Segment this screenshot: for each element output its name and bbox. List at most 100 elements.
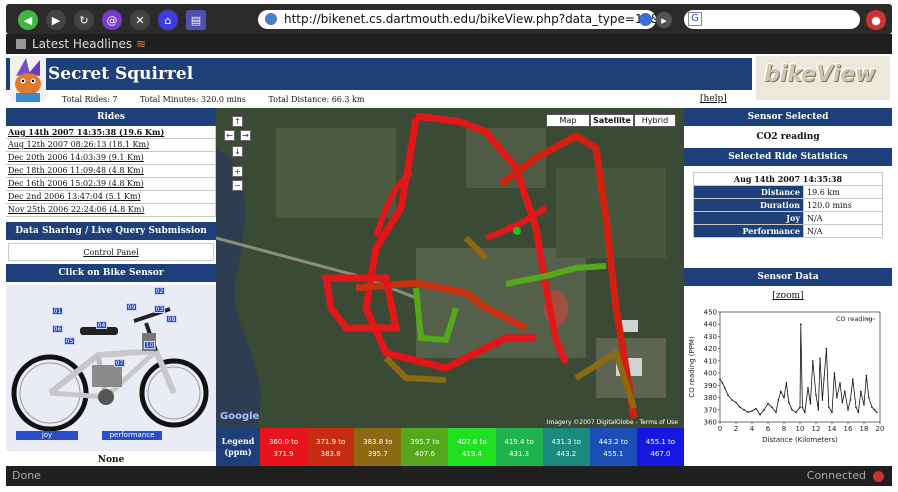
pan-down-icon[interactable]: ↓ — [232, 146, 243, 157]
pan-up-icon[interactable]: ↑ — [232, 116, 243, 127]
joy-button[interactable]: joy — [16, 431, 78, 440]
zoom-link[interactable]: [zoom] — [684, 291, 892, 301]
help-link[interactable]: [help] — [700, 94, 727, 104]
performance-button[interactable]: performance — [102, 431, 162, 440]
url-bar[interactable]: http://bikenet.cs.dartmouth.edu/bikeView… — [258, 10, 656, 29]
start-marker-icon[interactable] — [506, 224, 514, 232]
y-tick-label: 390 — [704, 382, 717, 390]
data-point — [799, 406, 801, 409]
data-point — [800, 323, 802, 326]
data-point — [844, 390, 846, 393]
data-point — [739, 406, 741, 409]
play-icon[interactable]: ▸ — [656, 12, 672, 28]
map-type-hybrid-button[interactable]: Hybrid — [634, 114, 676, 127]
sensor-tag[interactable]: 01 — [52, 307, 63, 315]
y-axis-label: CO reading (PPM) — [688, 336, 696, 398]
ride-item[interactable]: Aug 14th 2007 14:35:38 (19.6 Km) — [6, 126, 216, 139]
data-point — [836, 396, 838, 399]
end-marker-icon[interactable] — [513, 227, 521, 235]
data-point — [825, 347, 828, 350]
y-tick-label: 430 — [704, 333, 717, 341]
sensor-tag[interactable]: 04 — [96, 321, 107, 329]
latest-headlines-link[interactable]: Latest Headlines — [32, 37, 132, 51]
x-tick-label: 18 — [860, 425, 869, 433]
data-point — [785, 382, 788, 384]
total-minutes: Total Minutes: 320.0 mins — [140, 95, 246, 104]
url-text: http://bikenet.cs.dartmouth.edu/bikeView… — [284, 12, 656, 26]
sensor-tag[interactable]: 08 — [166, 315, 177, 323]
data-point — [849, 399, 852, 401]
bookmark-icon[interactable]: ▤ — [186, 10, 206, 30]
sensor-tag[interactable]: 06 — [52, 325, 63, 333]
sensor-tag[interactable]: 02 — [154, 287, 165, 295]
forward-icon[interactable]: ▶ — [46, 10, 66, 30]
control-panel-link[interactable]: Control Panel — [8, 243, 214, 261]
data-point — [817, 408, 820, 411]
zoom-in-icon[interactable]: + — [232, 166, 243, 177]
sensor-tag[interactable]: 07 — [114, 359, 125, 367]
stat-label: Duration — [693, 198, 804, 212]
ride-item[interactable]: Dec 16th 2006 15:02:39 (4.8 Km) — [6, 178, 216, 191]
zoom-out-icon[interactable]: − — [232, 180, 243, 191]
stop-icon[interactable]: ✕ — [130, 10, 150, 30]
left-column: Rides Aug 14th 2007 14:35:38 (19.6 Km) A… — [6, 108, 216, 466]
sensor-data-heading: Sensor Data — [684, 268, 892, 286]
ride-stats-caption: Aug 14th 2007 14:35:38 — [693, 172, 883, 186]
map-credit[interactable]: Imagery ©2007 DigitalGlobe - Terms of Us… — [547, 419, 678, 426]
reload-icon[interactable]: @ — [102, 10, 122, 30]
sensor-tag[interactable]: 03 — [154, 305, 165, 313]
history-icon[interactable]: ↻ — [74, 10, 94, 30]
sensor-tag[interactable]: 09 — [126, 303, 137, 311]
y-tick-label: 400 — [704, 370, 717, 378]
map-type-map-button[interactable]: Map — [546, 114, 590, 127]
sensor-tag[interactable]: 10 — [144, 341, 155, 349]
satellite-map[interactable]: ↑ ← → ↓ + − Map Satellite Hybrid Google … — [216, 108, 684, 428]
pan-left-icon[interactable]: ← — [224, 130, 235, 141]
x-tick-label: 20 — [876, 425, 885, 433]
firefox-icon[interactable]: ● — [866, 10, 886, 30]
ride-totals: Total Rides: 7 Total Minutes: 320.0 mins… — [62, 95, 384, 104]
map-type-satellite-button[interactable]: Satellite — [590, 114, 634, 127]
page: Secret Squirrel bikeView Total Rides: 7 … — [6, 54, 892, 466]
data-point — [743, 408, 745, 411]
ride-item[interactable]: Aug 12th 2007 08:26:13 (18.1 Km) — [6, 139, 216, 152]
back-icon[interactable]: ◀ — [18, 10, 38, 30]
stat-value: N/A — [803, 211, 883, 225]
sensor-selected-heading: Sensor Selected — [684, 108, 892, 126]
x-tick-label: 16 — [844, 425, 853, 433]
stat-value: 120.0 mins — [803, 198, 883, 212]
folder-icon — [16, 39, 26, 49]
y-tick-label: 410 — [704, 357, 717, 365]
data-point — [819, 357, 821, 360]
data-point — [809, 402, 812, 405]
ride-item[interactable]: Dec 2nd 2006 13:47:04 (5.1 Km) — [6, 191, 216, 204]
y-tick-label: 420 — [704, 345, 717, 353]
home-icon[interactable]: ⌂ — [158, 10, 178, 30]
x-tick-label: 10 — [796, 425, 805, 433]
data-point — [735, 401, 737, 404]
x-tick-label: 12 — [812, 425, 821, 433]
search-input[interactable]: G — [684, 10, 860, 29]
google-search-icon: G — [688, 12, 702, 26]
legend-label-title: Legend — [221, 436, 255, 446]
legend-range: 360.0 to 371.9 — [260, 428, 308, 466]
sensor-tag[interactable]: 05 — [64, 337, 75, 345]
ride-stats-heading: Selected Ride Statistics — [684, 148, 892, 166]
data-point — [788, 401, 790, 404]
ride-item[interactable]: Dec 20th 2006 14:03:39 (9.1 Km) — [6, 152, 216, 165]
status-text: Done — [12, 469, 41, 482]
ride-item[interactable]: Dec 18th 2006 11:09:48 (4.8 Km) — [6, 165, 216, 178]
ride-item[interactable]: Nov 25th 2006 22:24:06 (4.8 Km) — [6, 204, 216, 217]
data-point — [868, 396, 870, 399]
stat-label: Joy — [693, 211, 804, 225]
data-point — [847, 408, 849, 411]
pan-right-icon[interactable]: → — [240, 130, 251, 141]
bikeview-logo: bikeView — [756, 56, 890, 100]
legend-range: 419.4 to 431.3 — [495, 428, 543, 466]
legend-range: 407.6 to 419.4 — [448, 428, 496, 466]
rss-icon: ≋ — [136, 37, 147, 51]
go-icon[interactable] — [639, 13, 652, 26]
y-tick-label: 450 — [704, 309, 717, 317]
data-point — [775, 411, 777, 414]
bike-sensor-image[interactable]: 02 03 09 08 01 06 05 04 07 10 joy perfor… — [6, 285, 216, 451]
